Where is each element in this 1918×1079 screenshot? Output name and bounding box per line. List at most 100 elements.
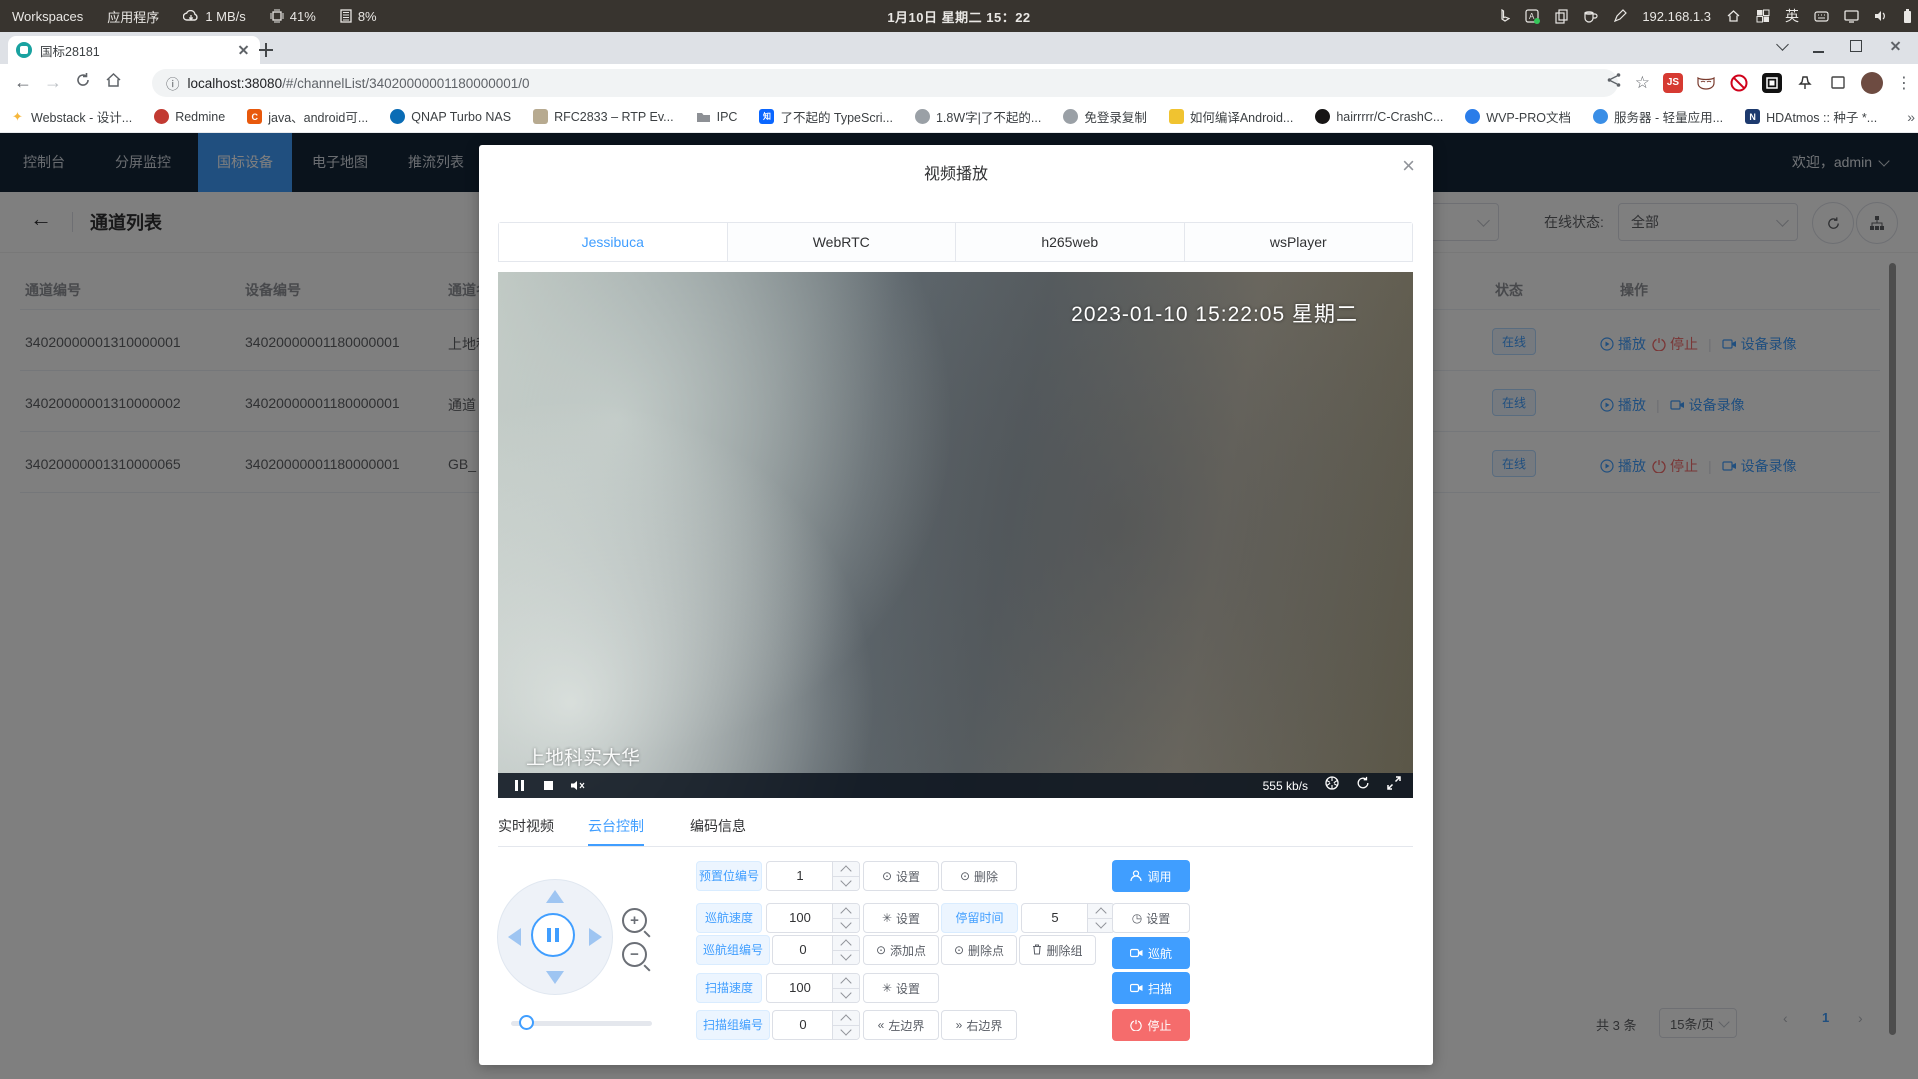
bookmark-item[interactable]: RFC2833 – RTP Ev... [533,109,674,124]
dwell-time-input[interactable]: 5 [1021,903,1115,933]
ptz-stop-pause-button[interactable] [531,913,575,957]
browser-home-icon[interactable] [98,72,128,93]
bookmark-item[interactable]: ✦Webstack - 设计... [10,107,132,126]
preset-delete-button[interactable]: ⊙删除 [941,861,1017,891]
ptz-up-icon[interactable] [546,890,564,903]
tab-live-video[interactable]: 实时视频 [498,813,554,846]
bookmark-star-icon[interactable]: ☆ [1635,73,1650,93]
scan-speed-set-button[interactable]: ✳设置 [863,973,939,1003]
ptz-right-icon[interactable] [589,928,602,946]
stop-playback-icon[interactable] [544,781,553,790]
bookmark-item[interactable]: 如何编译Android... [1169,107,1294,126]
new-tab-button[interactable] [256,40,276,60]
ptz-stop-button[interactable]: 停止 [1112,1009,1190,1041]
zoom-in-button[interactable]: + [622,908,647,933]
tab-close-icon[interactable] [236,42,252,58]
ptz-direction-pad[interactable] [497,879,613,995]
tab-jessibuca[interactable]: Jessibuca [499,223,728,261]
browser-forward-icon[interactable]: → [38,72,68,93]
slider-handle[interactable] [519,1015,534,1030]
bookmark-item[interactable]: Redmine [154,109,225,124]
cruise-delete-point-button[interactable]: ⊙删除点 [941,935,1017,965]
bookmark-item[interactable]: NHDAtmos :: 种子 *... [1745,107,1877,126]
bookmark-item[interactable]: IPC [696,109,738,124]
close-icon[interactable]: × [1402,155,1415,177]
scan-left-boundary-button[interactable]: «左边界 [863,1010,939,1040]
browser-back-icon[interactable]: ← [8,72,38,93]
site-info-icon[interactable]: ⓘ [166,73,180,93]
number-stepper[interactable] [832,936,859,964]
scan-speed-input[interactable]: 100 [766,973,860,1003]
windows-tray-icon[interactable] [1756,9,1770,23]
video-canvas[interactable]: 2023-01-10 15:22:05 星期二 上地科实大华 555 kb/s [498,272,1413,798]
number-stepper[interactable] [832,1011,859,1039]
scan-right-boundary-button[interactable]: »右边界 [941,1010,1017,1040]
cruise-speed-input[interactable]: 100 [766,903,860,933]
window-minimize-icon[interactable] [1813,40,1824,53]
browser-menu-icon[interactable]: ⋮ [1896,73,1912,93]
coffee-tray-icon[interactable] [1583,9,1598,23]
bookmark-item[interactable]: 1.8W字|了不起的... [915,107,1041,126]
extension-mask-icon[interactable] [1696,73,1716,93]
cruise-group-input[interactable]: 0 [772,935,860,965]
extension-screenshot-icon[interactable] [1762,73,1782,93]
cruise-speed-set-button[interactable]: ✳设置 [863,903,939,933]
extension-blocker-icon[interactable] [1729,73,1749,93]
browser-tab[interactable]: 国标28181 [8,36,260,64]
bookmark-item[interactable]: 服务器 - 轻量应用... [1593,107,1723,126]
fullscreen-icon[interactable] [1387,776,1401,795]
cruise-add-point-button[interactable]: ⊙添加点 [863,935,939,965]
clipboard-tray-icon[interactable] [1555,9,1568,24]
bookmarks-overflow-icon[interactable]: » [1907,109,1915,125]
extension-pin-icon[interactable] [1795,73,1815,93]
extension-sidebar-icon[interactable] [1828,73,1848,93]
share-icon[interactable] [1606,72,1622,93]
reload-stream-icon[interactable] [1356,776,1370,795]
tab-encoding-info[interactable]: 编码信息 [690,813,746,846]
preset-call-button[interactable]: 调用 [1112,860,1190,892]
performance-icon[interactable] [1325,776,1339,795]
pause-icon[interactable] [515,780,527,791]
home-tray-icon[interactable] [1726,9,1741,23]
bookmark-item[interactable]: Cjava、android可... [247,107,368,126]
window-maximize-icon[interactable] [1850,40,1862,52]
display-tray-icon[interactable] [1844,10,1859,23]
number-stepper[interactable] [832,862,859,890]
browser-reload-icon[interactable] [68,72,98,93]
zoom-out-button[interactable]: − [622,942,647,967]
volume-tray-icon[interactable] [1874,10,1888,22]
ptz-down-icon[interactable] [546,971,564,984]
scan-group-input[interactable]: 0 [772,1010,860,1040]
profile-avatar[interactable] [1861,72,1883,94]
scan-start-button[interactable]: 扫描 [1112,972,1190,1004]
cruise-start-button[interactable]: 巡航 [1112,937,1190,969]
tab-webrtc[interactable]: WebRTC [728,223,957,261]
number-stepper[interactable] [1087,904,1114,932]
tab-ptz-control[interactable]: 云台控制 [588,813,644,846]
bookmark-item[interactable]: QNAP Turbo NAS [390,109,511,124]
language-indicator[interactable]: 英 [1785,6,1799,26]
bookmark-item[interactable]: 知了不起的 TypeScri... [759,107,893,126]
pen-tray-icon[interactable] [1613,9,1627,23]
bing-tray-icon[interactable] [1500,9,1510,23]
bookmark-item[interactable]: WVP-PRO文档 [1465,107,1571,126]
url-bar[interactable]: ⓘ localhost:38080/#/channelList/34020000… [152,69,1618,97]
preset-number-input[interactable]: 1 [766,861,860,891]
number-stepper[interactable] [832,904,859,932]
keyboard-tray-icon[interactable] [1814,10,1829,23]
cruise-delete-group-button[interactable]: 删除组 [1019,935,1096,965]
input-method-icon[interactable]: A [1525,9,1540,24]
battery-tray-icon[interactable] [1903,9,1912,24]
window-close-icon[interactable] [1888,38,1904,54]
ip-address[interactable]: 192.168.1.3 [1642,9,1711,24]
volume-muted-icon[interactable] [570,779,586,792]
number-stepper[interactable] [832,974,859,1002]
dwell-time-set-button[interactable]: ◷设置 [1112,903,1190,933]
window-menu-caret-icon[interactable] [1776,38,1789,51]
bookmark-item[interactable]: 免登录复制 [1063,107,1147,126]
ptz-left-icon[interactable] [508,928,521,946]
bookmark-item[interactable]: hairrrrr/C-CrashC... [1315,109,1443,124]
ptz-speed-slider[interactable] [511,1015,652,1031]
tab-h265web[interactable]: h265web [956,223,1185,261]
extension-js-icon[interactable]: JS [1663,73,1683,93]
